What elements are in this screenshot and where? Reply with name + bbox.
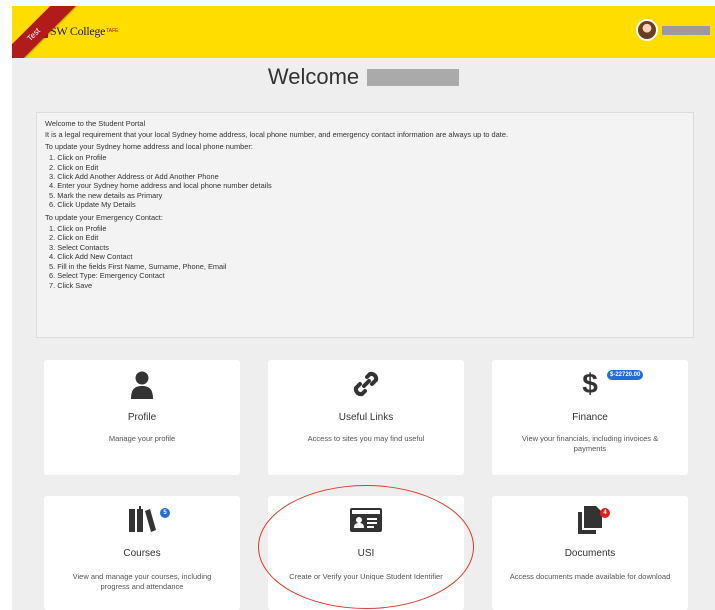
list-item: 1. Click on Profile — [49, 224, 107, 234]
user-avatar[interactable] — [636, 19, 658, 41]
tile-profile[interactable]: Profile Manage your profile — [44, 360, 240, 475]
welcome-heading: Welcome — [12, 62, 715, 92]
username-redacted[interactable] — [662, 26, 710, 35]
address-steps: 1. Click on Profile 2. Click on Edit 3. … — [45, 153, 685, 209]
tile-description: Create or Verify your Unique Student Ide… — [289, 572, 443, 581]
notice-requirement: It is a legal requirement that your loca… — [45, 130, 508, 140]
balance-badge: $-22720.00 — [607, 370, 644, 380]
list-item: 6. Click Update My Details — [49, 200, 136, 210]
list-item: 3. Select Contacts — [49, 242, 109, 252]
tile-usi[interactable]: USI Create or Verify your Unique Student… — [268, 496, 464, 610]
list-item: 2. Click on Edit — [49, 162, 99, 172]
link-icon — [268, 370, 464, 400]
tile-description: Access to sites you may find useful — [307, 434, 425, 443]
tile-title: USI — [357, 548, 375, 559]
tile-description: View your financials, including invoices… — [521, 434, 659, 453]
tile-description: View and manage your courses, including … — [72, 572, 212, 591]
logo-text: SW College — [50, 23, 106, 38]
tile-title: Courses — [123, 548, 161, 559]
id-card-icon — [268, 508, 464, 538]
tile-courses[interactable]: 5 Courses View and manage your courses, … — [44, 496, 240, 610]
tile-description: Access documents made available for down… — [509, 572, 671, 581]
dollar-icon: $ — [582, 368, 598, 399]
portal-notice: Welcome to the Student Portal It is a le… — [36, 112, 694, 338]
tile-title: Documents — [564, 548, 616, 559]
tile-description: Manage your profile — [108, 434, 176, 443]
courses-count-badge: 5 — [160, 508, 170, 518]
welcome-title: Welcome — [267, 64, 360, 89]
documents-icon — [492, 506, 688, 536]
tile-title: Profile — [127, 412, 157, 423]
student-name-redacted — [367, 68, 460, 86]
tile-finance[interactable]: $ $-22720.00 Finance View your financial… — [492, 360, 688, 475]
list-item: 4. Click Add New Contact — [49, 252, 133, 262]
list-item: 4. Enter your Sydney home address and lo… — [49, 181, 272, 191]
top-header: SW College TAFE Test — [12, 6, 715, 58]
list-item: 7. Click Save — [49, 280, 93, 290]
notice-intro: Welcome to the Student Portal — [45, 119, 146, 128]
books-icon — [44, 506, 240, 536]
tile-documents[interactable]: 4 Documents Access documents made availa… — [492, 496, 688, 610]
list-item: 3. Click Add Another Address or Add Anot… — [49, 172, 219, 182]
person-icon — [44, 370, 240, 400]
tile-title: Finance — [572, 412, 608, 423]
notice-contact-heading: To update your Emergency Contact: — [45, 212, 163, 222]
logo-superscript: TAFE — [106, 28, 119, 34]
list-item: 2. Click on Edit — [49, 233, 99, 243]
documents-count-badge: 4 — [600, 508, 610, 518]
list-item: 5. Mark the new details as Primary — [49, 190, 163, 200]
list-item: 6. Select Type: Emergency Contact — [49, 271, 165, 281]
portal-window: SW College TAFE Test Welcome Welcome to … — [12, 6, 715, 610]
tile-useful-links[interactable]: Useful Links Access to sites you may fin… — [268, 360, 464, 475]
list-item: 1. Click on Profile — [49, 153, 107, 163]
tile-title: Useful Links — [338, 412, 394, 423]
notice-address-heading: To update your Sydney home address and l… — [45, 141, 253, 151]
list-item: 5. Fill in the fields First Name, Surnam… — [49, 261, 227, 271]
contact-steps: 1. Click on Profile 2. Click on Edit 3. … — [45, 224, 685, 290]
